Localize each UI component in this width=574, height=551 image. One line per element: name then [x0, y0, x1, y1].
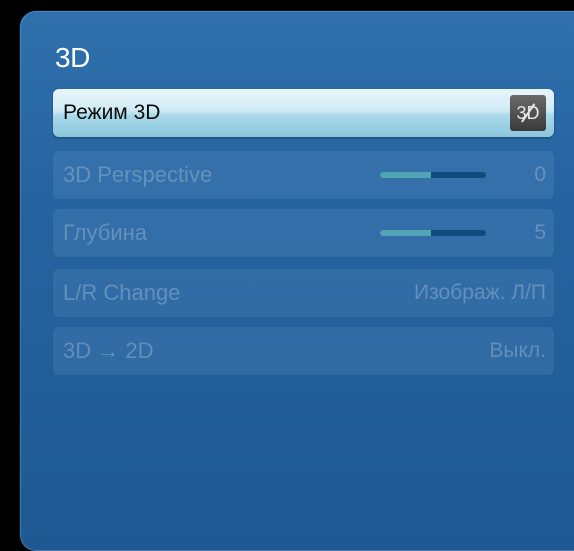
menu-item-label: 3D Perspective	[63, 162, 213, 187]
3d-off-icon: 3D	[510, 95, 546, 131]
menu-item-3d-mode[interactable]: Режим 3D 3D	[53, 89, 554, 137]
perspective-value: 0	[534, 163, 546, 186]
menu-item-depth[interactable]: Глубина 5	[53, 209, 554, 257]
3d-to-2d-value: Выкл.	[489, 339, 546, 362]
menu-item-label: L/R Change	[63, 280, 181, 305]
menu-item-lr-change[interactable]: L/R Change Изображ. Л/П	[53, 269, 554, 317]
depth-value: 5	[534, 221, 546, 244]
menu-item-label: Режим 3D	[63, 101, 161, 124]
depth-slider[interactable]	[380, 230, 486, 236]
perspective-slider[interactable]	[380, 172, 486, 178]
menu-item-label: Глубина	[63, 220, 148, 245]
menu-item-3d-perspective[interactable]: 3D Perspective 0	[53, 151, 554, 199]
menu-item-label: 3D → 2D	[63, 338, 154, 363]
perspective-slider-fill	[380, 172, 431, 178]
menu-item-3d-to-2d[interactable]: 3D → 2D Выкл.	[53, 327, 554, 375]
menu-title: 3D	[55, 42, 90, 73]
lr-change-value: Изображ. Л/П	[414, 281, 546, 304]
depth-slider-fill	[380, 230, 431, 236]
